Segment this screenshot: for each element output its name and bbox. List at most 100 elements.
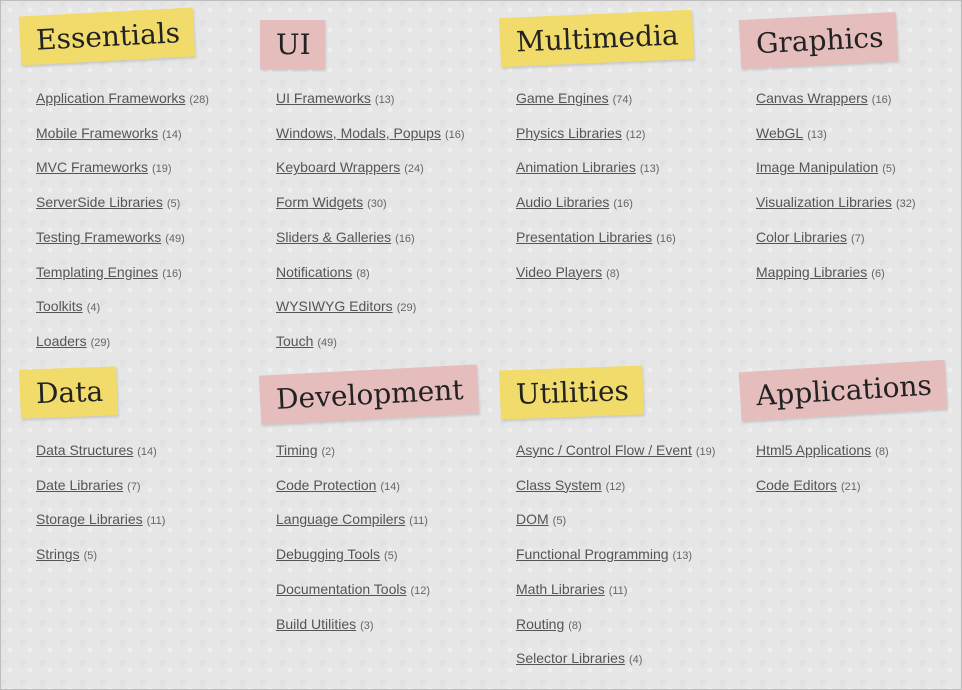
item-count: (19) bbox=[695, 446, 716, 458]
item-count: (21) bbox=[840, 480, 861, 493]
list-item: Class System (12) bbox=[516, 476, 625, 496]
list-item: Keyboard Wrappers (24) bbox=[276, 158, 424, 178]
category-link-ui-frameworks[interactable]: UI Frameworks bbox=[276, 90, 371, 106]
item-count: (8) bbox=[356, 267, 370, 280]
item-count: (11) bbox=[608, 584, 628, 597]
list-item: Storage Libraries (11) bbox=[36, 510, 165, 530]
section-title: Graphics bbox=[738, 11, 899, 70]
category-link-serverside-libraries[interactable]: ServerSide Libraries bbox=[36, 194, 163, 210]
list-item: Sliders & Galleries (16) bbox=[276, 228, 415, 248]
category-link-testing-frameworks[interactable]: Testing Frameworks bbox=[36, 229, 161, 245]
list-item: Notifications (8) bbox=[276, 263, 370, 283]
category-link-selector-libraries[interactable]: Selector Libraries bbox=[516, 650, 625, 666]
item-count: (29) bbox=[396, 302, 417, 315]
category-link-routing[interactable]: Routing bbox=[516, 616, 564, 632]
category-link-game-engines[interactable]: Game Engines bbox=[516, 90, 609, 106]
category-link-touch[interactable]: Touch bbox=[276, 333, 313, 349]
list-item: Code Protection (14) bbox=[276, 476, 400, 496]
list-item: DOM (5) bbox=[516, 510, 566, 530]
category-link-date-libraries[interactable]: Date Libraries bbox=[36, 477, 123, 493]
category-link-audio-libraries[interactable]: Audio Libraries bbox=[516, 194, 609, 210]
category-link-mobile-frameworks[interactable]: Mobile Frameworks bbox=[36, 125, 158, 141]
list-item: Visualization Libraries (32) bbox=[756, 193, 916, 213]
category-link-canvas-wrappers[interactable]: Canvas Wrappers bbox=[756, 90, 868, 106]
category-link-mvc-frameworks[interactable]: MVC Frameworks bbox=[36, 159, 148, 175]
item-count: (16) bbox=[395, 232, 415, 245]
category-link-visualization-libraries[interactable]: Visualization Libraries bbox=[756, 194, 892, 210]
list-item: Language Compilers (11) bbox=[276, 510, 428, 530]
category-link-debugging-tools[interactable]: Debugging Tools bbox=[276, 546, 380, 562]
category-link-loaders[interactable]: Loaders bbox=[36, 333, 87, 349]
list-item: Animation Libraries (13) bbox=[516, 158, 659, 178]
category-link-code-protection[interactable]: Code Protection bbox=[276, 477, 376, 493]
category-link-sliders-and-galleries[interactable]: Sliders & Galleries bbox=[276, 229, 391, 245]
item-count: (24) bbox=[404, 163, 424, 176]
list-item: Documentation Tools (12) bbox=[276, 580, 430, 600]
category-link-class-system[interactable]: Class System bbox=[516, 477, 602, 493]
category-link-timing[interactable]: Timing bbox=[276, 442, 318, 458]
category-link-build-utilities[interactable]: Build Utilities bbox=[276, 616, 356, 632]
category-link-html5-applications[interactable]: Html5 Applications bbox=[756, 442, 871, 458]
category-link-dom[interactable]: DOM bbox=[516, 511, 549, 527]
category-link-application-frameworks[interactable]: Application Frameworks bbox=[36, 90, 185, 106]
category-link-templating-engines[interactable]: Templating Engines bbox=[36, 264, 158, 280]
list-item: Debugging Tools (5) bbox=[276, 545, 398, 565]
item-count: (14) bbox=[137, 446, 157, 458]
list-item: Windows, Modals, Popups (16) bbox=[276, 124, 465, 144]
category-link-functional-programming[interactable]: Functional Programming bbox=[516, 546, 669, 562]
section-title: Essentials bbox=[18, 7, 196, 66]
list-item: Selector Libraries (4) bbox=[516, 649, 642, 669]
category-link-code-editors[interactable]: Code Editors bbox=[756, 477, 837, 493]
category-link-strings[interactable]: Strings bbox=[36, 546, 80, 562]
item-count: (16) bbox=[162, 267, 182, 280]
list-item: Mobile Frameworks (14) bbox=[36, 124, 182, 144]
list-item: Toolkits (4) bbox=[36, 297, 100, 317]
list-item: WYSIWYG Editors (29) bbox=[276, 297, 416, 317]
item-count: (49) bbox=[317, 336, 337, 349]
category-link-keyboard-wrappers[interactable]: Keyboard Wrappers bbox=[276, 159, 400, 175]
list-item: Functional Programming (13) bbox=[516, 545, 692, 565]
category-link-math-libraries[interactable]: Math Libraries bbox=[516, 581, 605, 597]
item-count: (32) bbox=[895, 198, 916, 211]
category-link-data-structures[interactable]: Data Structures bbox=[36, 442, 133, 458]
item-count: (8) bbox=[568, 619, 582, 632]
section-title: Data bbox=[19, 366, 118, 419]
category-link-image-manipulation[interactable]: Image Manipulation bbox=[756, 159, 878, 175]
category-link-webgl[interactable]: WebGL bbox=[756, 125, 803, 141]
category-link-presentation-libraries[interactable]: Presentation Libraries bbox=[516, 229, 652, 245]
list-item: Game Engines (74) bbox=[516, 89, 632, 109]
category-link-video-players[interactable]: Video Players bbox=[516, 264, 602, 280]
category-link-toolkits[interactable]: Toolkits bbox=[36, 298, 83, 314]
category-link-windows-modals-popups[interactable]: Windows, Modals, Popups bbox=[276, 125, 441, 141]
item-count: (5) bbox=[552, 515, 567, 528]
list-item: Mapping Libraries (6) bbox=[756, 263, 885, 283]
category-link-mapping-libraries[interactable]: Mapping Libraries bbox=[756, 264, 867, 280]
item-count: (30) bbox=[367, 198, 387, 211]
category-link-async-control-flow-event[interactable]: Async / Control Flow / Event bbox=[516, 442, 692, 458]
category-link-documentation-tools[interactable]: Documentation Tools bbox=[276, 581, 406, 597]
list-item: Async / Control Flow / Event (19) bbox=[516, 441, 715, 461]
category-link-notifications[interactable]: Notifications bbox=[276, 264, 352, 280]
section-title: UI bbox=[260, 20, 325, 69]
item-count: (16) bbox=[613, 198, 633, 211]
item-count: (16) bbox=[444, 128, 465, 141]
item-count: (13) bbox=[639, 163, 660, 176]
category-link-storage-libraries[interactable]: Storage Libraries bbox=[36, 511, 143, 527]
list-item: Loaders (29) bbox=[36, 332, 110, 352]
category-link-color-libraries[interactable]: Color Libraries bbox=[756, 229, 847, 245]
list-item: Routing (8) bbox=[516, 615, 582, 635]
item-count: (14) bbox=[162, 128, 182, 141]
item-count: (4) bbox=[628, 654, 643, 667]
category-link-animation-libraries[interactable]: Animation Libraries bbox=[516, 159, 636, 175]
category-link-wysiwyg-editors[interactable]: WYSIWYG Editors bbox=[276, 298, 393, 314]
item-count: (2) bbox=[321, 446, 335, 458]
category-link-language-compilers[interactable]: Language Compilers bbox=[276, 511, 405, 527]
category-link-form-widgets[interactable]: Form Widgets bbox=[276, 194, 363, 210]
item-count: (14) bbox=[380, 480, 400, 493]
item-count: (5) bbox=[166, 198, 181, 211]
item-count: (7) bbox=[127, 480, 141, 493]
category-link-physics-libraries[interactable]: Physics Libraries bbox=[516, 125, 622, 141]
list-item: Templating Engines (16) bbox=[36, 263, 182, 283]
item-count: (12) bbox=[625, 128, 646, 141]
item-count: (8) bbox=[875, 446, 889, 458]
